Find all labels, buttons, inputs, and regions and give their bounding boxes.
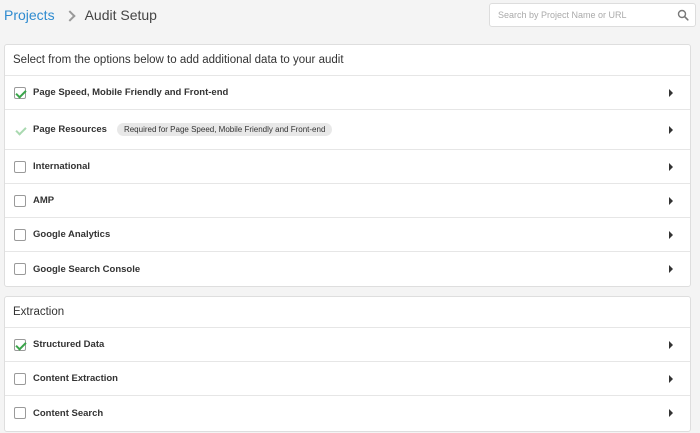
option-row-page-speed[interactable]: Page Speed, Mobile Friendly and Front-en… <box>5 76 690 110</box>
panel-header: Extraction <box>5 297 690 328</box>
search-input[interactable] <box>490 4 670 26</box>
checkbox-structured-data[interactable] <box>14 338 26 351</box>
caret-right-icon[interactable] <box>669 196 673 205</box>
option-label: Page Speed, Mobile Friendly and Front-en… <box>33 87 229 98</box>
caret-right-icon[interactable] <box>669 125 673 134</box>
option-label: Google Analytics <box>33 229 111 240</box>
top-bar: Projects Audit Setup <box>0 0 700 32</box>
option-label: Content Extraction <box>33 373 118 384</box>
chevron-right-icon <box>64 8 76 22</box>
caret-right-icon[interactable] <box>669 88 673 97</box>
option-label: Page Resources <box>33 124 107 135</box>
option-row-content-extraction[interactable]: Content Extraction <box>5 362 690 396</box>
checkbox-page-resources <box>14 124 26 136</box>
option-row-google-analytics[interactable]: Google Analytics <box>5 218 690 252</box>
option-row-google-search-console[interactable]: Google Search Console <box>5 252 690 286</box>
breadcrumb-projects-link[interactable]: Projects <box>4 7 55 23</box>
option-row-amp[interactable]: AMP <box>5 184 690 218</box>
option-row-page-resources[interactable]: Page Resources Required for Page Speed, … <box>5 110 690 150</box>
option-row-content-search[interactable]: Content Search <box>5 396 690 430</box>
checkbox-google-search-console[interactable] <box>14 263 26 275</box>
caret-right-icon[interactable] <box>669 265 673 273</box>
audit-options-panel: Select from the options below to add add… <box>4 44 691 287</box>
option-label: Structured Data <box>33 339 105 350</box>
page-title: Audit Setup <box>84 7 157 23</box>
checkbox-google-analytics[interactable] <box>14 228 26 241</box>
option-row-structured-data[interactable]: Structured Data <box>5 328 690 362</box>
extraction-panel: Extraction Structured Data Content Extra… <box>4 296 691 432</box>
checkbox-international[interactable] <box>14 160 26 173</box>
caret-right-icon[interactable] <box>669 409 673 417</box>
checkbox-content-extraction[interactable] <box>14 372 26 385</box>
caret-right-icon[interactable] <box>669 230 673 239</box>
checkbox-amp[interactable] <box>14 194 26 207</box>
option-label: International <box>33 161 91 172</box>
required-badge: Required for Page Speed, Mobile Friendly… <box>116 123 333 136</box>
search-box[interactable] <box>489 3 696 27</box>
search-icon[interactable] <box>677 9 689 21</box>
caret-right-icon[interactable] <box>669 340 673 349</box>
breadcrumb: Projects Audit Setup <box>4 7 157 23</box>
caret-right-icon[interactable] <box>669 162 673 171</box>
option-label: AMP <box>33 195 55 206</box>
option-label: Content Search <box>33 407 104 419</box>
checkbox-content-search[interactable] <box>14 407 26 419</box>
option-label: Google Search Console <box>33 263 141 275</box>
option-row-international[interactable]: International <box>5 150 690 184</box>
caret-right-icon[interactable] <box>669 374 673 383</box>
checkbox-page-speed[interactable] <box>14 86 26 99</box>
panel-header: Select from the options below to add add… <box>5 45 690 76</box>
